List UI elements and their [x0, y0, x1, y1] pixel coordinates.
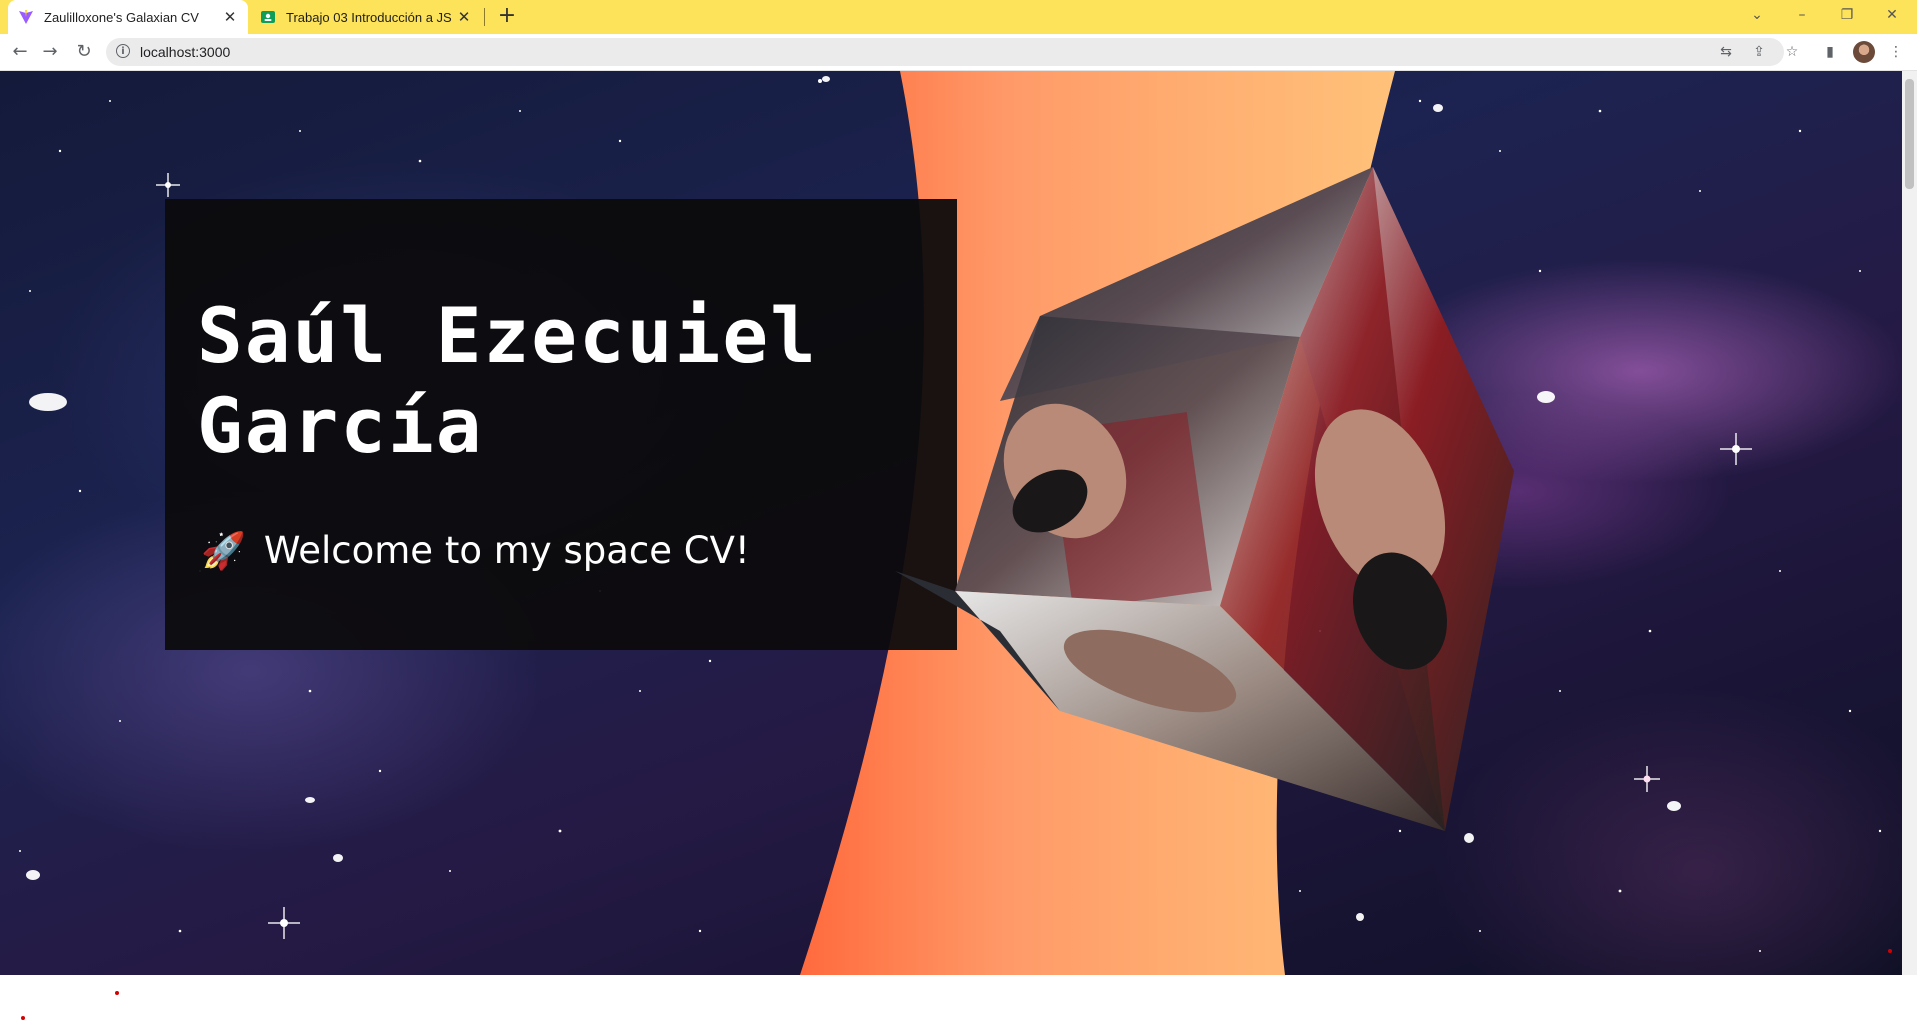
photo-cube[interactable]: [0, 71, 1902, 975]
minimize-button[interactable]: –: [1782, 0, 1822, 30]
address-url: localhost:3000: [140, 44, 231, 60]
translate-icon[interactable]: ⇆: [1716, 42, 1736, 62]
new-tab-button[interactable]: +: [494, 4, 520, 30]
forward-icon[interactable]: →: [38, 40, 62, 64]
browser-toolbar: ← → ↻ i localhost:3000 ⇆ ⇪ ☆ ▮ ⋮: [0, 34, 1917, 71]
tab-strip: Zaulilloxone's Galaxian CV ✕ Trabajo 03 …: [0, 0, 1917, 34]
galaxy-background: Saúl Ezecuiel García 🚀 Welcome to my spa…: [0, 71, 1902, 975]
footer-dot: [21, 1016, 25, 1020]
menu-icon[interactable]: ⋮: [1886, 42, 1906, 62]
address-bar[interactable]: i localhost:3000: [106, 38, 1784, 66]
close-window-button[interactable]: ✕: [1872, 0, 1912, 30]
site-info-icon[interactable]: i: [116, 44, 130, 58]
tab-search-icon[interactable]: ⌄: [1737, 0, 1777, 30]
restore-button[interactable]: ❐: [1827, 0, 1867, 30]
page-scrollbar[interactable]: [1902, 71, 1917, 975]
scrollbar-thumb[interactable]: [1905, 79, 1914, 189]
tab-zaulilloxone-cv[interactable]: Zaulilloxone's Galaxian CV ✕: [8, 0, 248, 34]
close-tab-icon[interactable]: ✕: [456, 8, 472, 26]
footer-dot: [115, 991, 119, 995]
back-icon[interactable]: ←: [8, 40, 32, 64]
classroom-icon: [260, 9, 276, 25]
tab-trabajo-03[interactable]: Trabajo 03 Introducción a JS ✕: [250, 0, 482, 34]
tab-separator: [484, 8, 485, 26]
side-panel-icon[interactable]: ▮: [1820, 42, 1840, 62]
vite-icon: [18, 9, 34, 25]
tab-title: Zaulilloxone's Galaxian CV: [44, 9, 199, 25]
tab-title: Trabajo 03 Introducción a JS: [286, 9, 452, 25]
bookmark-star-icon[interactable]: ☆: [1782, 42, 1802, 62]
share-icon[interactable]: ⇪: [1749, 42, 1769, 62]
reload-icon[interactable]: ↻: [72, 40, 96, 64]
profile-avatar[interactable]: [1853, 41, 1875, 63]
close-tab-icon[interactable]: ✕: [222, 8, 238, 26]
